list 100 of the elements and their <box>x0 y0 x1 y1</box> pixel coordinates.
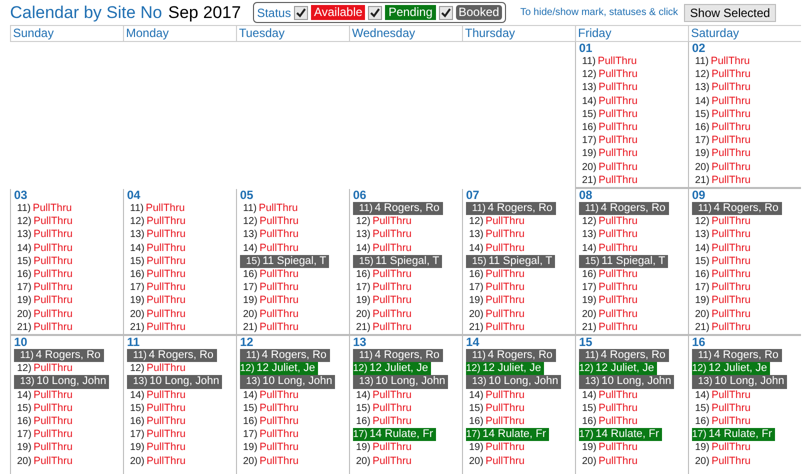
site-entry[interactable]: 21) PullThru <box>17 320 76 334</box>
site-entry[interactable]: 15) PullThru <box>130 402 189 416</box>
site-entry[interactable]: 16) PullThru <box>695 268 754 282</box>
site-entry[interactable]: 19) PullThru <box>582 441 641 455</box>
site-entry[interactable]: 19) PullThru <box>356 441 415 455</box>
site-entry[interactable]: 16) PullThru <box>469 415 528 428</box>
booking-chip[interactable]: 13) 10 Long, John <box>14 375 110 389</box>
site-entry[interactable]: 14) PullThru <box>469 388 528 402</box>
site-entry[interactable]: 16) PullThru <box>17 268 76 282</box>
site-entry[interactable]: 19) PullThru <box>469 294 528 308</box>
site-entry[interactable]: 12) PullThru <box>17 215 76 228</box>
site-entry[interactable]: 13) PullThru <box>695 228 754 242</box>
booking-chip[interactable]: 11) 4 Rogers, Ro <box>127 349 217 362</box>
site-entry[interactable]: 19) PullThru <box>695 147 754 161</box>
site-entry[interactable]: 11) PullThru <box>695 55 753 68</box>
booking-chip[interactable]: 17) 14 Rulate, Fr <box>353 428 436 442</box>
site-entry[interactable]: 13) PullThru <box>243 228 302 242</box>
site-entry[interactable]: 21) PullThru <box>243 320 302 334</box>
booking-chip[interactable]: 12) 12 Juliet, Je <box>353 362 432 376</box>
site-entry[interactable]: 13) PullThru <box>17 228 76 242</box>
site-entry[interactable]: 21) PullThru <box>695 320 754 334</box>
booking-chip[interactable]: 17) 14 Rulate, Fr <box>579 428 662 442</box>
site-entry[interactable]: 19) PullThru <box>695 441 754 455</box>
site-entry[interactable]: 17) PullThru <box>17 281 76 294</box>
site-entry[interactable]: 16) PullThru <box>469 268 528 282</box>
site-entry[interactable]: 16) PullThru <box>243 415 302 428</box>
site-entry[interactable]: 19) PullThru <box>130 294 189 308</box>
site-entry[interactable]: 20) PullThru <box>130 308 189 321</box>
site-entry[interactable]: 19) PullThru <box>582 294 641 308</box>
checkbox[interactable] <box>368 6 382 20</box>
site-entry[interactable]: 15) PullThru <box>356 402 415 416</box>
booking-chip[interactable]: 15) 11 Spiegal, T <box>353 254 442 268</box>
site-entry[interactable]: 19) PullThru <box>582 147 641 161</box>
booking-chip[interactable]: 13) 10 Long, John <box>127 375 222 389</box>
site-entry[interactable]: 17) PullThru <box>243 428 302 442</box>
site-entry[interactable]: 19) PullThru <box>17 294 76 308</box>
site-entry[interactable]: 20) PullThru <box>582 454 641 468</box>
site-entry[interactable]: 14) PullThru <box>356 242 415 255</box>
site-entry[interactable]: 20) PullThru <box>695 308 754 321</box>
site-entry[interactable]: 17) PullThru <box>130 428 189 442</box>
site-entry[interactable]: 21) PullThru <box>582 174 641 188</box>
site-entry[interactable]: 20) PullThru <box>17 454 76 468</box>
site-entry[interactable]: 15) PullThru <box>243 402 302 416</box>
site-entry[interactable]: 16) PullThru <box>582 415 641 428</box>
site-entry[interactable]: 17) PullThru <box>469 281 528 294</box>
site-entry[interactable]: 16) PullThru <box>356 268 415 282</box>
site-entry[interactable]: 15) PullThru <box>695 254 754 268</box>
site-entry[interactable]: 19) PullThru <box>243 441 302 455</box>
site-entry[interactable]: 16) PullThru <box>130 415 189 428</box>
site-entry[interactable]: 12) PullThru <box>130 362 189 376</box>
site-entry[interactable]: 14) PullThru <box>469 242 528 255</box>
site-entry[interactable]: 17) PullThru <box>17 428 76 442</box>
site-entry[interactable]: 19) PullThru <box>243 294 302 308</box>
booking-chip[interactable]: 11) 4 Rogers, Ro <box>466 349 556 362</box>
site-entry[interactable]: 12) PullThru <box>695 68 754 82</box>
site-entry[interactable]: 17) PullThru <box>130 281 189 294</box>
booking-chip[interactable]: 12) 12 Juliet, Je <box>466 362 544 376</box>
site-entry[interactable]: 21) PullThru <box>130 320 189 334</box>
booking-chip[interactable]: 11) 4 Rogers, Ro <box>353 349 443 362</box>
site-entry[interactable]: 17) PullThru <box>356 281 415 294</box>
site-entry[interactable]: 21) PullThru <box>582 320 641 334</box>
site-entry[interactable]: 14) PullThru <box>17 388 76 402</box>
checkbox[interactable] <box>294 6 308 20</box>
site-entry[interactable]: 17) PullThru <box>582 134 641 148</box>
booking-chip[interactable]: 15) 11 Spiegal, T <box>579 254 668 268</box>
site-entry[interactable]: 14) PullThru <box>695 388 754 402</box>
site-entry[interactable]: 12) PullThru <box>130 215 189 228</box>
site-entry[interactable]: 21) PullThru <box>469 320 528 334</box>
booking-chip[interactable]: 12) 12 Juliet, Je <box>579 362 658 376</box>
site-entry[interactable]: 13) PullThru <box>695 81 754 95</box>
site-entry[interactable]: 15) PullThru <box>130 254 189 268</box>
site-entry[interactable]: 12) PullThru <box>582 215 641 228</box>
booking-chip[interactable]: 13) 10 Long, John <box>692 375 788 389</box>
site-entry[interactable]: 14) PullThru <box>695 94 754 108</box>
site-entry[interactable]: 11) PullThru <box>17 202 75 216</box>
booking-chip[interactable]: 15) 11 Spiegal, T <box>466 254 556 268</box>
site-entry[interactable]: 15) PullThru <box>469 402 528 416</box>
booking-chip[interactable]: 12) 12 Juliet, Je <box>692 362 770 376</box>
site-entry[interactable]: 15) PullThru <box>17 254 76 268</box>
site-entry[interactable]: 12) PullThru <box>695 215 754 228</box>
site-entry[interactable]: 16) PullThru <box>582 268 641 282</box>
site-entry[interactable]: 14) PullThru <box>695 242 754 255</box>
site-entry[interactable]: 13) PullThru <box>582 81 641 95</box>
site-entry[interactable]: 15) PullThru <box>695 108 754 122</box>
site-entry[interactable]: 15) PullThru <box>582 402 641 416</box>
site-entry[interactable]: 19) PullThru <box>356 294 415 308</box>
site-entry[interactable]: 20) PullThru <box>356 308 415 321</box>
site-entry[interactable]: 14) PullThru <box>17 242 76 255</box>
site-entry[interactable]: 20) PullThru <box>130 454 189 468</box>
booking-chip[interactable]: 11) 4 Rogers, Ro <box>353 202 443 216</box>
site-entry[interactable]: 20) PullThru <box>695 160 754 174</box>
site-entry[interactable]: 19) PullThru <box>695 294 754 308</box>
site-entry[interactable]: 21) PullThru <box>356 320 415 334</box>
site-entry[interactable]: 16) PullThru <box>130 268 189 282</box>
site-entry[interactable]: 20) PullThru <box>243 454 302 468</box>
booking-chip[interactable]: 15) 11 Spiegal, T <box>240 254 330 268</box>
site-entry[interactable]: 16) PullThru <box>17 415 76 428</box>
site-entry[interactable]: 17) PullThru <box>695 134 754 148</box>
site-entry[interactable]: 20) PullThru <box>469 454 528 468</box>
site-entry[interactable]: 16) PullThru <box>356 415 415 428</box>
